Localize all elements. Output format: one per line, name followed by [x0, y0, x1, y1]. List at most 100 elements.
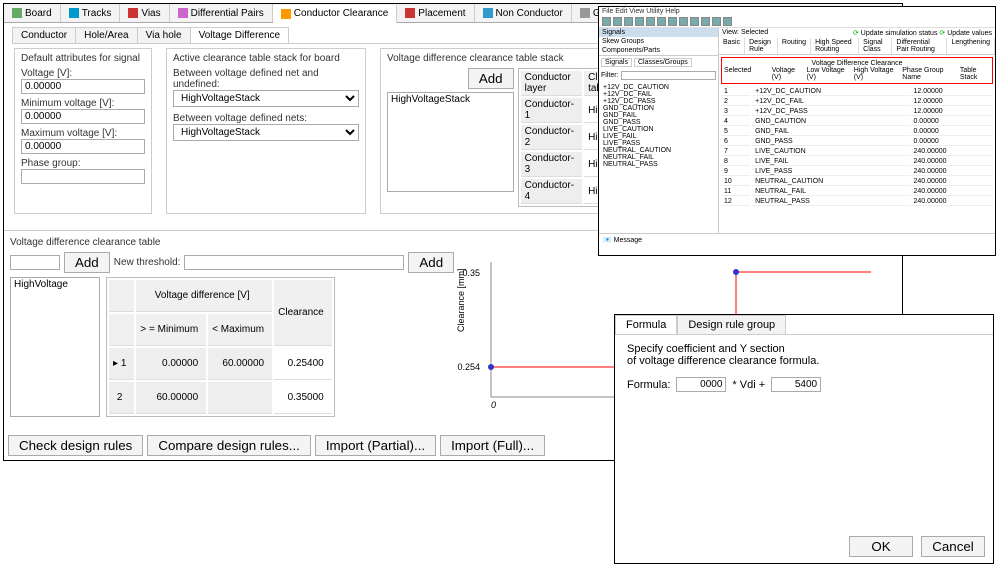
table-row: 6GND_PASS0.00000	[721, 138, 993, 146]
tab-tracks[interactable]: Tracks	[61, 4, 121, 22]
formula-ok-button[interactable]: OK	[849, 536, 913, 557]
clearance-add-name-input[interactable]	[10, 255, 60, 270]
subtab-conductor[interactable]: Conductor	[12, 27, 76, 43]
signal-tree[interactable]: +12V_DC_CAUTION+12V_DC_FAIL+12V_DC_PASSG…	[599, 82, 718, 170]
table-row: 12NEUTRAL_PASS240.00000	[721, 198, 993, 206]
formula-label: Formula:	[627, 379, 670, 391]
stack-add-button[interactable]: Add	[468, 68, 514, 89]
signals-header[interactable]: Signals	[599, 28, 718, 37]
toolbar-icon[interactable]	[668, 17, 677, 26]
stack-defined-undefined-select[interactable]: HighVoltageStack	[173, 90, 359, 107]
voltage-input[interactable]	[21, 79, 145, 94]
col-tablestack: Table Stack	[960, 67, 990, 81]
aux-tab-diffpair[interactable]: Differential Pair Routing	[892, 38, 947, 54]
formula-coef-input[interactable]	[676, 377, 726, 392]
tree-item[interactable]: +12V_DC_PASS	[601, 98, 716, 105]
tab-board[interactable]: Board	[4, 4, 61, 22]
aux-tab-basic[interactable]: Basic	[719, 38, 745, 54]
vdc-title: Voltage Difference Clearance	[724, 60, 990, 67]
aux-tab-routing[interactable]: Routing	[778, 38, 811, 54]
tree-item[interactable]: GND_PASS	[601, 119, 716, 126]
stack-list[interactable]: HighVoltageStack	[387, 92, 514, 192]
tab-placement[interactable]: Placement	[397, 4, 474, 22]
toolbar-icon[interactable]	[701, 17, 710, 26]
threshold-add-button[interactable]: Add	[408, 252, 454, 273]
min-voltage-label: Minimum voltage [V]:	[21, 98, 145, 109]
toolbar-icon[interactable]	[624, 17, 633, 26]
tree-item[interactable]: GND_FAIL	[601, 112, 716, 119]
toolbar-icon[interactable]	[646, 17, 655, 26]
aux-data-grid[interactable]: 1+12V_DC_CAUTION12.00000 2+12V_DC_FAIL12…	[719, 86, 995, 208]
tree-item[interactable]: +12V_DC_CAUTION	[601, 84, 716, 91]
tab-design-rule-group[interactable]: Design rule group	[677, 315, 786, 334]
toolbar-icon[interactable]	[657, 17, 666, 26]
subtab-holearea[interactable]: Hole/Area	[75, 27, 137, 43]
toolbar-icon[interactable]	[690, 17, 699, 26]
tree-item[interactable]: GND_CAUTION	[601, 105, 716, 112]
toolbar-icon[interactable]	[635, 17, 644, 26]
filter-label: Filter:	[601, 72, 619, 79]
stack-list-item[interactable]: HighVoltageStack	[391, 94, 510, 105]
tree-item[interactable]: +12V_DC_FAIL	[601, 91, 716, 98]
subtab-voltage-diff[interactable]: Voltage Difference	[190, 27, 290, 43]
max-header: < Maximum	[208, 314, 272, 346]
aux-tab-designrule[interactable]: Design Rule	[745, 38, 778, 54]
aux-tab-sigclass[interactable]: Signal Class	[859, 38, 892, 54]
tab-diffpairs[interactable]: Differential Pairs	[170, 4, 273, 22]
skew-groups-header[interactable]: Skew Groups	[599, 37, 718, 46]
import-full-button[interactable]: Import (Full)...	[440, 435, 545, 456]
update-values-link[interactable]: Update values	[947, 30, 992, 37]
tree-item[interactable]: LIVE_PASS	[601, 140, 716, 147]
vdiff-group-header: Voltage difference [V]	[136, 280, 272, 312]
view-selected[interactable]: Selected	[741, 29, 768, 36]
table-row: 11NEUTRAL_FAIL240.00000	[721, 188, 993, 196]
toolbar-icon[interactable]	[613, 17, 622, 26]
toolbar-icon[interactable]	[723, 17, 732, 26]
new-threshold-label: New threshold:	[114, 257, 181, 268]
clearance-name-list[interactable]: HighVoltage	[10, 277, 100, 417]
tab-vias[interactable]: Vias	[120, 4, 169, 22]
table-row: ▸ 10.0000060.000000.25400	[109, 348, 332, 380]
list-item[interactable]: HighVoltage	[14, 279, 96, 290]
stack-defined-defined-select[interactable]: HighVoltageStack	[173, 124, 359, 141]
menubar[interactable]: File Edit View Utility Help	[599, 7, 995, 16]
tab-nonconductor[interactable]: Non Conductor	[475, 4, 572, 22]
table-row: 5GND_FAIL0.00000	[721, 128, 993, 136]
signals-tab[interactable]: Signals	[601, 58, 632, 67]
check-rules-button[interactable]: Check design rules	[8, 435, 143, 456]
components-parts-header[interactable]: Components/Parts	[599, 46, 718, 55]
new-threshold-input[interactable]	[184, 255, 404, 270]
tree-item[interactable]: LIVE_FAIL	[601, 133, 716, 140]
min-header: > = Minimum	[136, 314, 206, 346]
phase-group-input[interactable]	[21, 169, 145, 184]
tab-formula[interactable]: Formula	[615, 315, 677, 334]
clearance-add-button[interactable]: Add	[64, 252, 110, 273]
subtab-viahole[interactable]: Via hole	[137, 27, 191, 43]
tree-item[interactable]: LIVE_CAUTION	[601, 126, 716, 133]
formula-ysec-input[interactable]	[771, 377, 821, 392]
formula-cancel-button[interactable]: Cancel	[921, 536, 985, 557]
toolbar-icon[interactable]	[602, 17, 611, 26]
tree-item[interactable]: NEUTRAL_PASS	[601, 161, 716, 168]
design-rule-editor-window: File Edit View Utility Help Signals Skew…	[598, 6, 996, 256]
col-phasegroup: Phase Group Name	[902, 67, 954, 81]
min-voltage-input[interactable]	[21, 109, 145, 124]
toolbar-icon[interactable]	[679, 17, 688, 26]
tab-conductor-clearance[interactable]: Conductor Clearance	[273, 5, 398, 23]
vdc-header-highlighted: Voltage Difference Clearance Selected Vo…	[721, 57, 993, 84]
table-row: 1+12V_DC_CAUTION12.00000	[721, 88, 993, 96]
formula-desc1: Specify coefficient and Y section	[627, 343, 981, 355]
defaults-group: Default attributes for signal Voltage [V…	[14, 48, 152, 214]
filter-input[interactable]	[621, 71, 717, 80]
compare-rules-button[interactable]: Compare design rules...	[147, 435, 311, 456]
tree-item[interactable]: NEUTRAL_FAIL	[601, 154, 716, 161]
update-sim-link[interactable]: Update simulation status	[861, 30, 938, 37]
toolbar-icon[interactable]	[712, 17, 721, 26]
import-partial-button[interactable]: Import (Partial)...	[315, 435, 436, 456]
aux-tab-length[interactable]: Lengthening	[947, 38, 995, 54]
max-voltage-input[interactable]	[21, 139, 145, 154]
tree-item[interactable]: NEUTRAL_CAUTION	[601, 147, 716, 154]
classes-groups-tab[interactable]: Classes/Groups	[634, 58, 692, 67]
formula-desc2: of voltage difference clearance formula.	[627, 355, 981, 367]
aux-tab-hsr[interactable]: High Speed Routing	[811, 38, 859, 54]
